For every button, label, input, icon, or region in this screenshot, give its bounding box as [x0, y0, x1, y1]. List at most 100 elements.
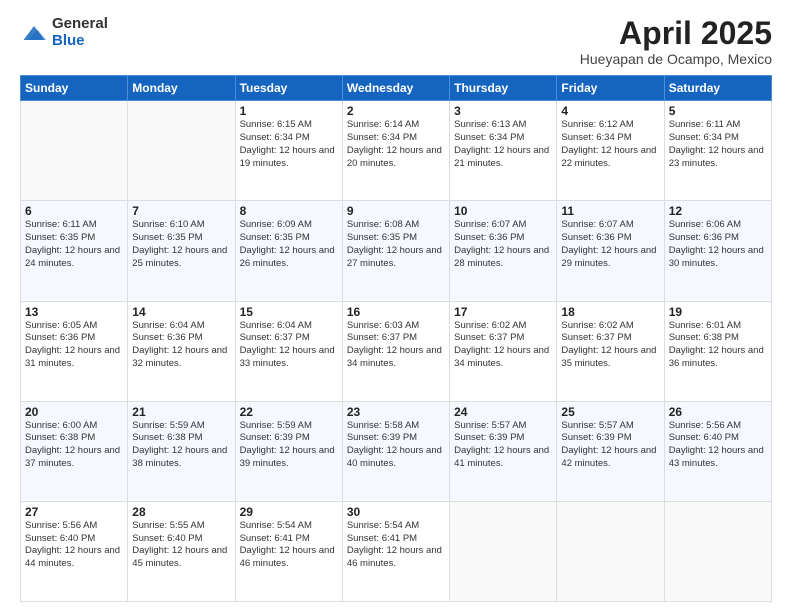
calendar-cell: 23Sunrise: 5:58 AMSunset: 6:39 PMDayligh…	[342, 401, 449, 501]
day-info: Sunrise: 6:08 AMSunset: 6:35 PMDaylight:…	[347, 219, 445, 270]
month-title: April 2025	[580, 16, 772, 51]
calendar-cell: 1Sunrise: 6:15 AMSunset: 6:34 PMDaylight…	[235, 101, 342, 201]
calendar-cell: 11Sunrise: 6:07 AMSunset: 6:36 PMDayligh…	[557, 201, 664, 301]
day-number: 26	[669, 405, 767, 419]
day-number: 29	[240, 505, 338, 519]
day-number: 17	[454, 305, 552, 319]
day-number: 18	[561, 305, 659, 319]
day-number: 7	[132, 204, 230, 218]
calendar-cell: 17Sunrise: 6:02 AMSunset: 6:37 PMDayligh…	[450, 301, 557, 401]
day-number: 2	[347, 104, 445, 118]
day-info: Sunrise: 6:04 AMSunset: 6:37 PMDaylight:…	[240, 320, 338, 371]
day-info: Sunrise: 6:13 AMSunset: 6:34 PMDaylight:…	[454, 119, 552, 170]
day-info: Sunrise: 6:00 AMSunset: 6:38 PMDaylight:…	[25, 420, 123, 471]
calendar-cell: 16Sunrise: 6:03 AMSunset: 6:37 PMDayligh…	[342, 301, 449, 401]
calendar-cell: 18Sunrise: 6:02 AMSunset: 6:37 PMDayligh…	[557, 301, 664, 401]
calendar-week-row: 13Sunrise: 6:05 AMSunset: 6:36 PMDayligh…	[21, 301, 772, 401]
calendar-cell: 6Sunrise: 6:11 AMSunset: 6:35 PMDaylight…	[21, 201, 128, 301]
day-info: Sunrise: 6:09 AMSunset: 6:35 PMDaylight:…	[240, 219, 338, 270]
location-subtitle: Hueyapan de Ocampo, Mexico	[580, 51, 772, 67]
logo-icon	[20, 19, 48, 47]
logo-text: General Blue	[52, 16, 108, 49]
day-number: 6	[25, 204, 123, 218]
day-number: 15	[240, 305, 338, 319]
day-info: Sunrise: 5:58 AMSunset: 6:39 PMDaylight:…	[347, 420, 445, 471]
day-info: Sunrise: 6:07 AMSunset: 6:36 PMDaylight:…	[561, 219, 659, 270]
calendar-cell: 25Sunrise: 5:57 AMSunset: 6:39 PMDayligh…	[557, 401, 664, 501]
day-info: Sunrise: 6:01 AMSunset: 6:38 PMDaylight:…	[669, 320, 767, 371]
calendar-cell: 2Sunrise: 6:14 AMSunset: 6:34 PMDaylight…	[342, 101, 449, 201]
calendar-cell	[21, 101, 128, 201]
weekday-header-saturday: Saturday	[664, 76, 771, 101]
day-info: Sunrise: 5:54 AMSunset: 6:41 PMDaylight:…	[347, 520, 445, 571]
calendar-cell: 15Sunrise: 6:04 AMSunset: 6:37 PMDayligh…	[235, 301, 342, 401]
weekday-header-friday: Friday	[557, 76, 664, 101]
logo-blue-text: Blue	[52, 33, 108, 50]
calendar-cell: 14Sunrise: 6:04 AMSunset: 6:36 PMDayligh…	[128, 301, 235, 401]
calendar-cell	[557, 501, 664, 601]
calendar-cell: 24Sunrise: 5:57 AMSunset: 6:39 PMDayligh…	[450, 401, 557, 501]
calendar-cell: 21Sunrise: 5:59 AMSunset: 6:38 PMDayligh…	[128, 401, 235, 501]
day-info: Sunrise: 6:02 AMSunset: 6:37 PMDaylight:…	[454, 320, 552, 371]
day-info: Sunrise: 6:05 AMSunset: 6:36 PMDaylight:…	[25, 320, 123, 371]
day-number: 30	[347, 505, 445, 519]
weekday-header-monday: Monday	[128, 76, 235, 101]
calendar-cell	[128, 101, 235, 201]
calendar-week-row: 6Sunrise: 6:11 AMSunset: 6:35 PMDaylight…	[21, 201, 772, 301]
logo-general-text: General	[52, 16, 108, 33]
calendar-table: SundayMondayTuesdayWednesdayThursdayFrid…	[20, 75, 772, 602]
day-number: 11	[561, 204, 659, 218]
calendar-cell: 7Sunrise: 6:10 AMSunset: 6:35 PMDaylight…	[128, 201, 235, 301]
day-number: 14	[132, 305, 230, 319]
day-number: 12	[669, 204, 767, 218]
weekday-header-sunday: Sunday	[21, 76, 128, 101]
calendar-cell: 13Sunrise: 6:05 AMSunset: 6:36 PMDayligh…	[21, 301, 128, 401]
day-info: Sunrise: 6:03 AMSunset: 6:37 PMDaylight:…	[347, 320, 445, 371]
calendar-cell: 9Sunrise: 6:08 AMSunset: 6:35 PMDaylight…	[342, 201, 449, 301]
day-number: 16	[347, 305, 445, 319]
day-number: 9	[347, 204, 445, 218]
logo: General Blue	[20, 16, 108, 49]
day-number: 22	[240, 405, 338, 419]
day-number: 27	[25, 505, 123, 519]
calendar-cell: 19Sunrise: 6:01 AMSunset: 6:38 PMDayligh…	[664, 301, 771, 401]
day-number: 24	[454, 405, 552, 419]
day-info: Sunrise: 6:15 AMSunset: 6:34 PMDaylight:…	[240, 119, 338, 170]
day-number: 5	[669, 104, 767, 118]
day-info: Sunrise: 6:07 AMSunset: 6:36 PMDaylight:…	[454, 219, 552, 270]
day-info: Sunrise: 5:54 AMSunset: 6:41 PMDaylight:…	[240, 520, 338, 571]
calendar-cell: 29Sunrise: 5:54 AMSunset: 6:41 PMDayligh…	[235, 501, 342, 601]
calendar-cell	[664, 501, 771, 601]
calendar-cell: 26Sunrise: 5:56 AMSunset: 6:40 PMDayligh…	[664, 401, 771, 501]
calendar-header-row: SundayMondayTuesdayWednesdayThursdayFrid…	[21, 76, 772, 101]
weekday-header-wednesday: Wednesday	[342, 76, 449, 101]
day-info: Sunrise: 6:10 AMSunset: 6:35 PMDaylight:…	[132, 219, 230, 270]
day-info: Sunrise: 5:56 AMSunset: 6:40 PMDaylight:…	[25, 520, 123, 571]
day-info: Sunrise: 6:11 AMSunset: 6:35 PMDaylight:…	[25, 219, 123, 270]
day-number: 13	[25, 305, 123, 319]
page: General Blue April 2025 Hueyapan de Ocam…	[0, 0, 792, 612]
day-number: 19	[669, 305, 767, 319]
day-info: Sunrise: 6:11 AMSunset: 6:34 PMDaylight:…	[669, 119, 767, 170]
calendar-cell: 4Sunrise: 6:12 AMSunset: 6:34 PMDaylight…	[557, 101, 664, 201]
day-number: 20	[25, 405, 123, 419]
day-info: Sunrise: 5:56 AMSunset: 6:40 PMDaylight:…	[669, 420, 767, 471]
day-number: 3	[454, 104, 552, 118]
calendar-cell	[450, 501, 557, 601]
day-number: 28	[132, 505, 230, 519]
calendar-cell: 5Sunrise: 6:11 AMSunset: 6:34 PMDaylight…	[664, 101, 771, 201]
weekday-header-tuesday: Tuesday	[235, 76, 342, 101]
calendar-cell: 10Sunrise: 6:07 AMSunset: 6:36 PMDayligh…	[450, 201, 557, 301]
day-number: 4	[561, 104, 659, 118]
day-info: Sunrise: 6:04 AMSunset: 6:36 PMDaylight:…	[132, 320, 230, 371]
day-info: Sunrise: 6:14 AMSunset: 6:34 PMDaylight:…	[347, 119, 445, 170]
day-info: Sunrise: 5:55 AMSunset: 6:40 PMDaylight:…	[132, 520, 230, 571]
title-block: April 2025 Hueyapan de Ocampo, Mexico	[580, 16, 772, 67]
day-number: 8	[240, 204, 338, 218]
calendar-cell: 22Sunrise: 5:59 AMSunset: 6:39 PMDayligh…	[235, 401, 342, 501]
calendar-cell: 30Sunrise: 5:54 AMSunset: 6:41 PMDayligh…	[342, 501, 449, 601]
day-info: Sunrise: 6:02 AMSunset: 6:37 PMDaylight:…	[561, 320, 659, 371]
day-number: 1	[240, 104, 338, 118]
day-info: Sunrise: 5:57 AMSunset: 6:39 PMDaylight:…	[454, 420, 552, 471]
calendar-cell: 27Sunrise: 5:56 AMSunset: 6:40 PMDayligh…	[21, 501, 128, 601]
